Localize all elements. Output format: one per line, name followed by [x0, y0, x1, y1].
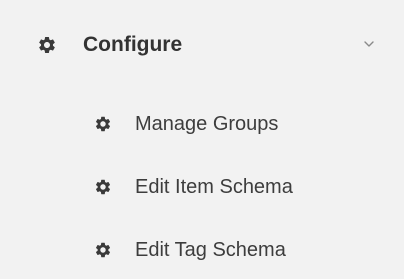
gear-icon — [94, 115, 112, 133]
menu-item-label: Edit Item Schema — [135, 176, 293, 198]
configure-menu: Configure Manage Groups Edit Item Schema — [0, 0, 404, 274]
configure-label: Configure — [83, 33, 183, 56]
menu-item-label: Manage Groups — [135, 113, 279, 135]
menu-item-edit-item-schema[interactable]: Edit Item Schema — [0, 158, 404, 216]
configure-menu-header[interactable]: Configure — [0, 0, 404, 90]
gear-icon — [94, 178, 112, 196]
gear-icon — [94, 241, 112, 259]
menu-item-edit-tag-schema[interactable]: Edit Tag Schema — [0, 221, 404, 279]
gear-icon — [37, 35, 57, 55]
menu-item-label: Edit Tag Schema — [135, 239, 286, 261]
menu-item-manage-groups[interactable]: Manage Groups — [0, 95, 404, 153]
chevron-down-icon[interactable] — [362, 37, 376, 51]
